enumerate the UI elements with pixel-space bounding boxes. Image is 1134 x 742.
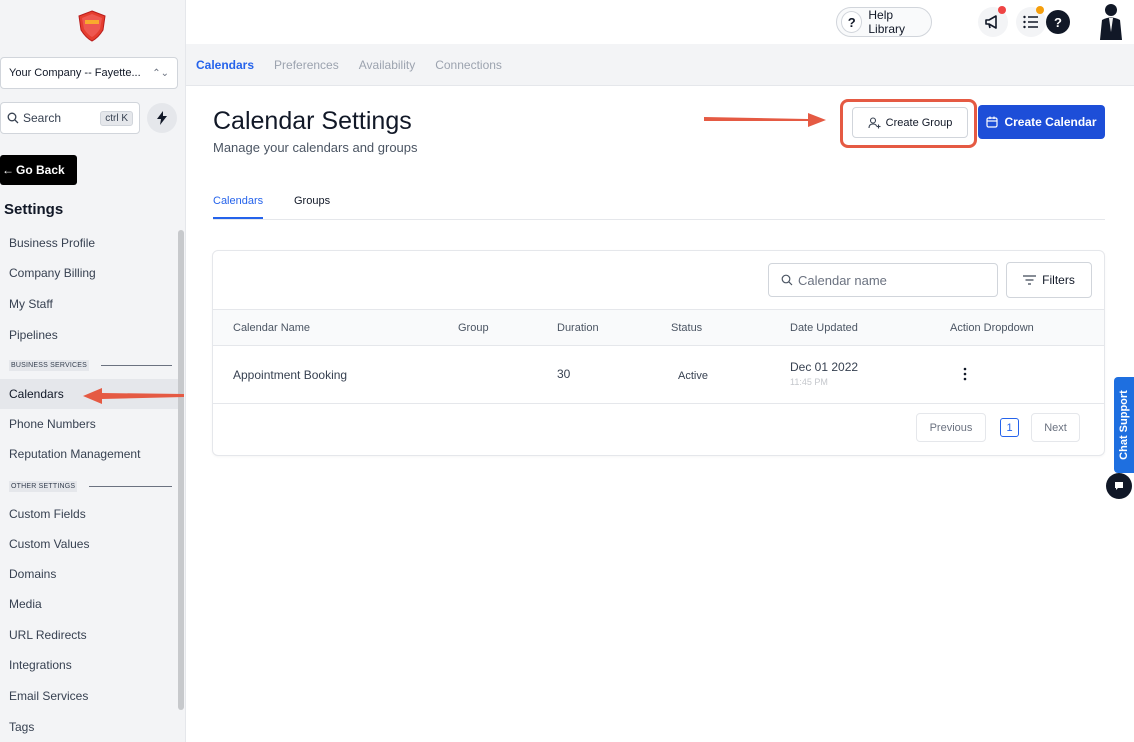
sidebar-item-company-billing[interactable]: Company Billing [0, 258, 178, 288]
page-title: Calendar Settings [213, 107, 412, 135]
calendars-card: Calendar name Filters Calendar Name Grou… [212, 250, 1105, 456]
create-group-label: Create Group [885, 116, 953, 129]
settings-subnav: Calendars Preferences Availability Conne… [186, 44, 1134, 86]
calendar-search-placeholder: Calendar name [798, 272, 887, 288]
megaphone-icon [985, 15, 997, 29]
create-calendar-label: Create Calendar [1004, 115, 1097, 129]
tab-groups[interactable]: Groups [294, 195, 330, 217]
search-icon [781, 274, 793, 286]
lightning-icon [157, 111, 167, 125]
quick-actions-button[interactable] [147, 103, 177, 133]
annotation-arrow-calendars [83, 388, 184, 404]
chat-support-tab[interactable]: Chat Support [1114, 377, 1134, 473]
table-header: Calendar Name Group Duration Status Date… [213, 309, 1104, 346]
tab-preferences[interactable]: Preferences [274, 58, 339, 72]
column-header[interactable]: Action Dropdown [950, 322, 1034, 334]
help-library-button[interactable]: ? Help Library [836, 7, 932, 37]
sidebar-item-reputation-management[interactable]: Reputation Management [0, 439, 178, 469]
create-calendar-button[interactable]: Create Calendar [978, 105, 1105, 139]
calendar-search-input[interactable]: Calendar name [768, 263, 998, 297]
sidebar-item-my-staff[interactable]: My Staff [0, 289, 178, 319]
filters-button[interactable]: Filters [1006, 262, 1092, 298]
page-subtitle: Manage your calendars and groups [213, 140, 418, 155]
column-header[interactable]: Duration [557, 322, 599, 334]
tab-calendars[interactable]: Calendars [196, 58, 254, 72]
sidebar-item-custom-values[interactable]: Custom Values [0, 529, 178, 559]
pagination-previous[interactable]: Previous [916, 413, 986, 442]
sidebar-item-url-redirects[interactable]: URL Redirects [0, 620, 178, 650]
annotation-arrow-create-group [704, 113, 826, 127]
sidebar-item-business-profile[interactable]: Business Profile [0, 228, 178, 258]
arrow-left-icon: ← [2, 163, 14, 177]
sidebar-scrollbar[interactable] [178, 230, 184, 710]
column-header[interactable]: Group [458, 322, 489, 334]
chat-bubble-icon[interactable] [1106, 473, 1132, 499]
section-business-services: BUSINESS SERVICES [0, 360, 178, 371]
calendar-name[interactable]: Appointment Booking [233, 368, 347, 382]
sidebar-item-tags[interactable]: Tags [0, 712, 178, 742]
chevron-up-down-icon: ⌃⌄ [152, 67, 169, 79]
status-badge: Active [678, 370, 708, 382]
filter-icon [1023, 275, 1037, 285]
company-logo[interactable] [78, 10, 106, 42]
tasks-button[interactable] [1016, 6, 1046, 37]
sidebar-item-custom-fields[interactable]: Custom Fields [0, 499, 178, 529]
calendar-icon [986, 116, 999, 128]
go-back-label: Go Back [16, 163, 65, 177]
more-vertical-icon [963, 367, 967, 381]
action-dropdown-button[interactable] [958, 364, 972, 384]
announcements-button[interactable] [978, 6, 1008, 37]
list-icon [1023, 15, 1038, 29]
sidebar-item-domains[interactable]: Domains [0, 559, 178, 589]
sidebar-item-pipelines[interactable]: Pipelines [0, 320, 178, 350]
column-header[interactable]: Status [671, 322, 702, 334]
section-label: BUSINESS SERVICES [9, 360, 90, 371]
tab-availability[interactable]: Availability [359, 58, 415, 72]
help-library-label: Help Library [868, 8, 906, 36]
column-header[interactable]: Date Updated [790, 322, 858, 334]
column-header[interactable]: Calendar Name [233, 322, 310, 334]
section-label: OTHER SETTINGS [9, 481, 78, 492]
search-label: Search [23, 111, 62, 125]
date-updated: Dec 01 2022 [790, 360, 859, 374]
time-updated: 11:45 PM [790, 377, 828, 387]
tab-connections[interactable]: Connections [435, 58, 502, 72]
avatar[interactable] [1096, 2, 1126, 40]
notification-dot [998, 6, 1006, 14]
help-icon[interactable]: ? [1046, 10, 1070, 34]
sidebar-item-media[interactable]: Media [0, 589, 178, 619]
search-icon [7, 112, 19, 124]
calendar-group-tabs: Calendars Groups [213, 190, 1105, 220]
create-group-button[interactable]: Create Group [852, 107, 968, 138]
sidebar-item-integrations[interactable]: Integrations [0, 650, 178, 680]
company-name: Your Company -- Fayette... [9, 67, 141, 79]
section-divider [101, 365, 172, 366]
settings-heading: Settings [4, 201, 64, 218]
sidebar-search[interactable]: Search ctrl K [0, 102, 140, 134]
section-other-settings: OTHER SETTINGS [0, 481, 178, 492]
section-divider [89, 486, 172, 487]
list-dot [1036, 6, 1044, 14]
table-row[interactable]: Appointment Booking 30 Active Dec 01 202… [213, 346, 1104, 404]
pagination-next[interactable]: Next [1031, 413, 1080, 442]
company-switcher[interactable]: Your Company -- Fayette... ⌃⌄ [0, 57, 178, 89]
add-user-icon [868, 116, 881, 128]
question-icon: ? [841, 11, 863, 33]
search-shortcut: ctrl K [100, 110, 133, 126]
sidebar: Your Company -- Fayette... ⌃⌄ Search ctr… [0, 0, 186, 742]
pagination-page[interactable]: 1 [1000, 418, 1019, 437]
tab-calendars-inner[interactable]: Calendars [213, 195, 264, 219]
go-back-button[interactable]: ← Go Back [0, 155, 77, 185]
top-header: ? Help Library ? [186, 0, 1134, 44]
calendar-duration: 30 [557, 367, 571, 381]
sidebar-item-email-services[interactable]: Email Services [0, 681, 178, 711]
filters-label: Filters [1042, 273, 1075, 287]
sidebar-item-phone-numbers[interactable]: Phone Numbers [0, 409, 178, 439]
chat-support-label: Chat Support [1118, 390, 1131, 460]
